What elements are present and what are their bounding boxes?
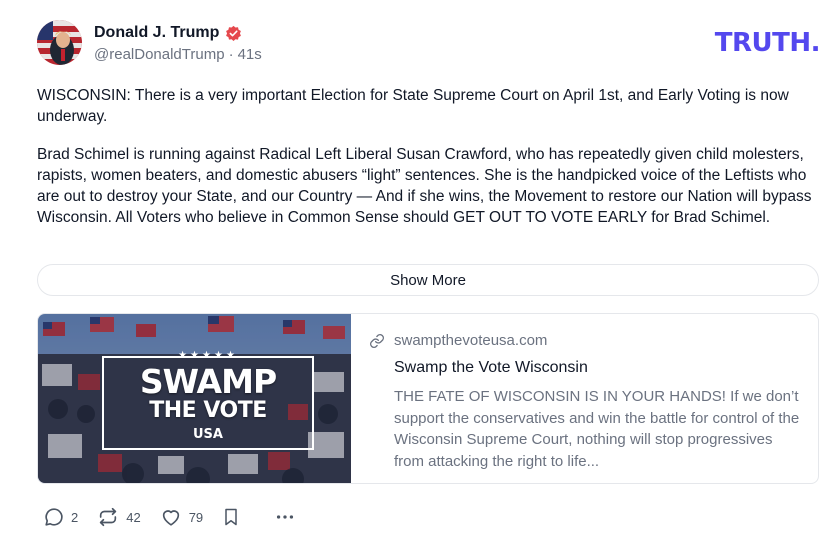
retruth-button[interactable]: 42 xyxy=(96,506,141,528)
retruth-icon xyxy=(100,507,117,527)
link-icon xyxy=(370,333,384,348)
like-button[interactable]: 79 xyxy=(159,506,203,528)
more-icon xyxy=(277,515,294,519)
link-preview-image: ★★★★★ SWAMP THE VOTE USA xyxy=(38,314,351,483)
link-card-description: THE FATE OF WISCONSIN IS IN YOUR HANDS! … xyxy=(394,388,800,470)
bookmark-icon xyxy=(225,508,237,526)
post-timestamp[interactable]: 41s xyxy=(238,46,262,63)
handle-row: @realDonaldTrump · 41s xyxy=(94,46,262,63)
post-paragraph-truncated: Brad Schimel is running against Radical … xyxy=(37,144,827,240)
verified-icon xyxy=(226,25,242,41)
link-domain-row: swampthevoteusa.com xyxy=(369,332,804,349)
link-domain: swampthevoteusa.com xyxy=(394,332,548,349)
bookmark-button[interactable] xyxy=(221,506,247,528)
link-preview-card[interactable]: ★★★★★ SWAMP THE VOTE USA swampthevoteusa… xyxy=(37,313,819,484)
swamp-the-vote-graphic: ★★★★★ SWAMP THE VOTE USA xyxy=(102,350,314,450)
post-body: WISCONSIN: There is a very important Ele… xyxy=(37,85,827,240)
reply-icon xyxy=(45,508,63,526)
graphic-line-swamp: SWAMP xyxy=(139,362,277,401)
link-card-title: Swamp the Vote Wisconsin xyxy=(394,359,588,376)
stars-row: ★★★★★ xyxy=(178,350,238,361)
avatar[interactable] xyxy=(37,20,82,65)
post-paragraph: Brad Schimel is running against Radical … xyxy=(37,146,812,226)
show-more-button[interactable]: Show More xyxy=(37,264,819,296)
post-action-bar: 2 42 79 xyxy=(43,506,321,528)
separator-dot: · xyxy=(228,46,234,63)
like-count: 79 xyxy=(188,509,204,525)
author-display-name[interactable]: Donald J. Trump xyxy=(94,24,219,42)
name-row: Donald J. Trump xyxy=(94,22,262,44)
graphic-line-the-vote: THE VOTE xyxy=(149,398,267,423)
graphic-line-usa: USA xyxy=(193,427,223,442)
reply-count: 2 xyxy=(71,509,79,525)
post-header: Donald J. Trump @realDonaldTrump · 41s xyxy=(37,20,262,65)
author-handle[interactable]: @realDonaldTrump xyxy=(94,46,225,63)
link-card-info: swampthevoteusa.com Swamp the Vote Wisco… xyxy=(351,314,818,483)
post-paragraph: WISCONSIN: There is a very important Ele… xyxy=(37,87,789,125)
author-identity: Donald J. Trump @realDonaldTrump · 41s xyxy=(94,22,262,63)
retruth-count: 42 xyxy=(126,509,141,525)
reply-button[interactable]: 2 xyxy=(43,506,78,528)
like-icon xyxy=(162,510,179,526)
truth-post: Donald J. Trump @realDonaldTrump · 41s TRU… xyxy=(0,0,840,560)
more-options-button[interactable] xyxy=(273,506,303,528)
truth-social-logo[interactable]: TRUTH. xyxy=(715,28,821,58)
